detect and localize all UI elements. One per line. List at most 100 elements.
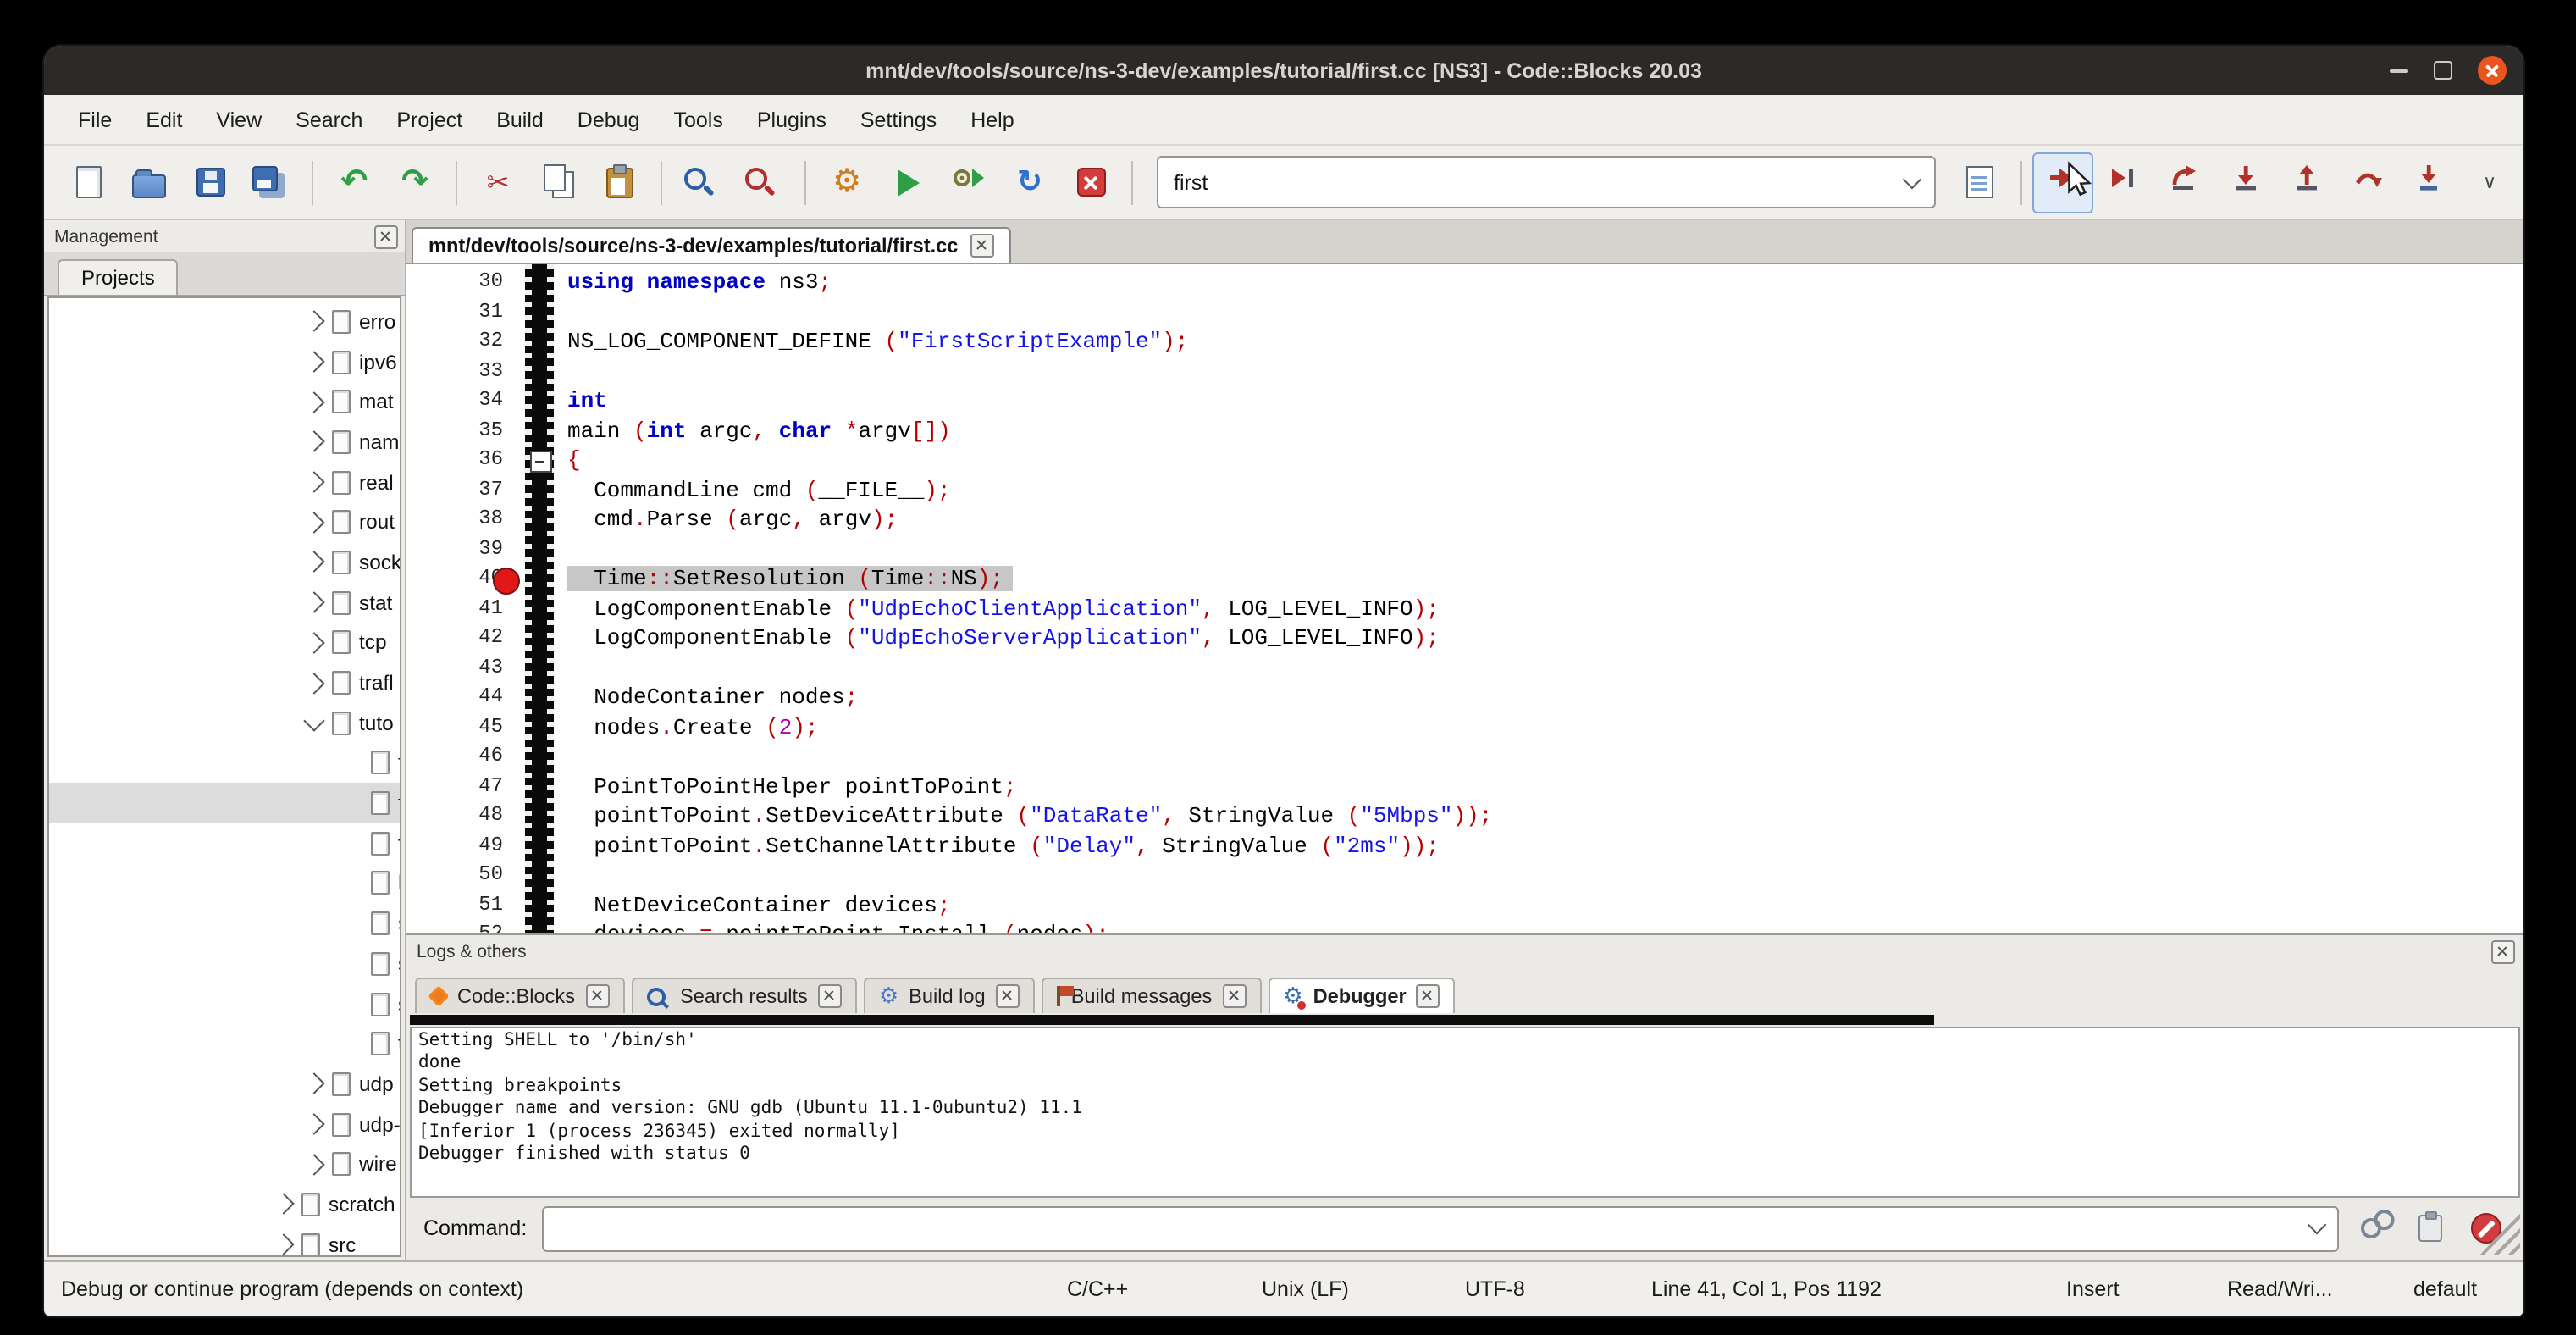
chevron-right-icon[interactable] xyxy=(303,1073,324,1094)
tree-item-th[interactable]: th xyxy=(49,1024,400,1064)
tree-item-tcp[interactable]: tcp xyxy=(49,623,400,662)
paste-button[interactable] xyxy=(589,152,650,213)
chevron-right-icon[interactable] xyxy=(303,311,324,332)
tree-item-trafl[interactable]: trafl xyxy=(49,662,400,702)
save-all-button[interactable] xyxy=(240,152,301,213)
tree-item-mat[interactable]: mat xyxy=(49,382,400,422)
chevron-right-icon[interactable] xyxy=(303,1113,324,1134)
logs-tab-build-messages[interactable]: Build messages xyxy=(1042,978,1262,1013)
close-icon[interactable] xyxy=(818,984,842,1008)
save-button[interactable] xyxy=(180,152,240,213)
build-and-run-button[interactable] xyxy=(938,152,999,213)
chevron-right-icon[interactable] xyxy=(303,512,324,533)
tree-item-src[interactable]: src xyxy=(49,1225,400,1257)
code-line-41[interactable]: LogComponentEnable ("UdpEchoClientApplic… xyxy=(567,594,2523,623)
find-button[interactable] xyxy=(672,152,733,213)
copy-button[interactable] xyxy=(528,152,589,213)
tree-item-he[interactable]: he xyxy=(49,863,400,903)
code-line-34[interactable]: int xyxy=(567,386,2523,416)
code-line-31[interactable] xyxy=(567,297,2523,327)
close-icon[interactable] xyxy=(374,224,398,248)
tree-item-real[interactable]: real xyxy=(49,463,400,502)
code-line-52[interactable]: devices = pointToPoint.Install (nodes); xyxy=(567,920,2523,933)
titlebar[interactable]: mnt/dev/tools/source/ns-3-dev/examples/t… xyxy=(44,46,2523,95)
tree-item-se[interactable]: se xyxy=(49,944,400,983)
code-line-37[interactable]: CommandLine cmd (__FILE__); xyxy=(567,475,2523,505)
project-tree[interactable]: erroipv6matnamrealroutsockstattcptrafltu… xyxy=(47,296,401,1257)
tree-item-udp[interactable]: udp- xyxy=(49,1105,400,1144)
chevron-right-icon[interactable] xyxy=(303,1154,324,1175)
code-line-48[interactable]: pointToPoint.SetDeviceAttribute ("DataRa… xyxy=(567,801,2523,831)
code-line-40[interactable]: Time::SetResolution (Time::NS); xyxy=(567,564,2523,594)
chevron-right-icon[interactable] xyxy=(273,1234,294,1255)
menu-build[interactable]: Build xyxy=(479,108,561,131)
step-into-button[interactable] xyxy=(2215,152,2276,213)
tree-item-ipv6[interactable]: ipv6 xyxy=(49,341,400,381)
run-to-cursor-button[interactable] xyxy=(2093,152,2154,213)
code-line-32[interactable]: NS_LOG_COMPONENT_DEFINE ("FirstScriptExa… xyxy=(567,327,2523,357)
close-icon[interactable] xyxy=(1222,984,1246,1008)
close-icon[interactable] xyxy=(2478,56,2507,85)
chevron-down-icon[interactable] xyxy=(303,710,324,731)
tree-item-fif[interactable]: fif xyxy=(49,743,400,783)
overflow-chevron-button[interactable]: ∨ xyxy=(2459,152,2520,213)
code-line-46[interactable] xyxy=(567,742,2523,772)
menu-view[interactable]: View xyxy=(199,108,279,131)
build-target-button[interactable] xyxy=(1949,152,2010,213)
debugger-log[interactable]: Setting SHELL to '/bin/sh'doneSetting br… xyxy=(410,1027,2520,1198)
code-line-49[interactable]: pointToPoint.SetChannelAttribute ("Delay… xyxy=(567,831,2523,861)
chevron-right-icon[interactable] xyxy=(303,632,324,653)
undo-button[interactable]: ↶ xyxy=(323,152,384,213)
abort-build-button[interactable] xyxy=(1060,152,1121,213)
tree-item-udp[interactable]: udp xyxy=(49,1064,400,1104)
code-line-51[interactable]: NetDeviceContainer devices; xyxy=(567,890,2523,920)
code-line-47[interactable]: PointToPointHelper pointToPoint; xyxy=(567,772,2523,801)
run-button[interactable] xyxy=(877,152,938,213)
chevron-right-icon[interactable] xyxy=(273,1194,294,1215)
next-line-button[interactable] xyxy=(2154,152,2215,213)
close-icon[interactable] xyxy=(2491,939,2515,963)
fold-marker-icon[interactable] xyxy=(530,451,552,473)
editor-tab-first-cc[interactable]: mnt/dev/tools/source/ns-3-dev/examples/t… xyxy=(412,227,1010,263)
tree-item-stat[interactable]: stat xyxy=(49,583,400,623)
code-line-44[interactable]: NodeContainer nodes; xyxy=(567,683,2523,712)
chevron-right-icon[interactable] xyxy=(303,431,324,452)
tree-item-erro[interactable]: erro xyxy=(49,302,400,341)
code-line-36[interactable]: { xyxy=(567,446,2523,475)
code-line-45[interactable]: nodes.Create (2); xyxy=(567,712,2523,742)
maximize-icon[interactable] xyxy=(2434,61,2452,80)
chevron-right-icon[interactable] xyxy=(303,391,324,413)
tree-item-se[interactable]: se xyxy=(49,904,400,944)
menu-settings[interactable]: Settings xyxy=(843,108,954,131)
rebuild-button[interactable]: ↻ xyxy=(999,152,1060,213)
tree-item-si[interactable]: si xyxy=(49,983,400,1023)
build-button[interactable]: ⚙ xyxy=(816,152,877,213)
breakpoint-icon[interactable] xyxy=(493,568,520,595)
code-line-50[interactable] xyxy=(567,861,2523,890)
minimize-icon[interactable] xyxy=(2390,69,2408,72)
chevron-down-icon[interactable] xyxy=(1903,169,1922,189)
code-line-38[interactable]: cmd.Parse (argc, argv); xyxy=(567,505,2523,535)
menu-debug[interactable]: Debug xyxy=(561,108,657,131)
tree-item-nam[interactable]: nam xyxy=(49,422,400,462)
chevron-down-icon[interactable] xyxy=(2308,1216,2327,1235)
new-file-button[interactable] xyxy=(58,152,119,213)
close-icon[interactable] xyxy=(1417,984,1440,1008)
code-line-35[interactable]: main (int argc, char *argv[]) xyxy=(567,416,2523,446)
code-line-42[interactable]: LogComponentEnable ("UdpEchoServerApplic… xyxy=(567,623,2523,653)
code-line-39[interactable] xyxy=(567,535,2523,564)
code-line-43[interactable] xyxy=(567,653,2523,683)
code-line-30[interactable]: using namespace ns3; xyxy=(567,268,2523,297)
chevron-right-icon[interactable] xyxy=(303,672,324,693)
logs-tab-search-results[interactable]: Search results xyxy=(631,978,857,1013)
tree-item-rout[interactable]: rout xyxy=(49,502,400,542)
tree-item-tuto[interactable]: tuto xyxy=(49,703,400,743)
redo-button[interactable]: ↷ xyxy=(384,152,445,213)
tree-item-scratch[interactable]: scratch xyxy=(49,1184,400,1224)
tab-projects[interactable]: Projects xyxy=(58,259,179,295)
close-icon[interactable] xyxy=(970,234,993,258)
cut-button[interactable]: ✂ xyxy=(467,152,528,213)
menu-search[interactable]: Search xyxy=(279,108,379,131)
tree-item-fir[interactable]: fir xyxy=(49,784,400,823)
logs-tab-build-log[interactable]: ⚙Build log xyxy=(864,978,1035,1013)
